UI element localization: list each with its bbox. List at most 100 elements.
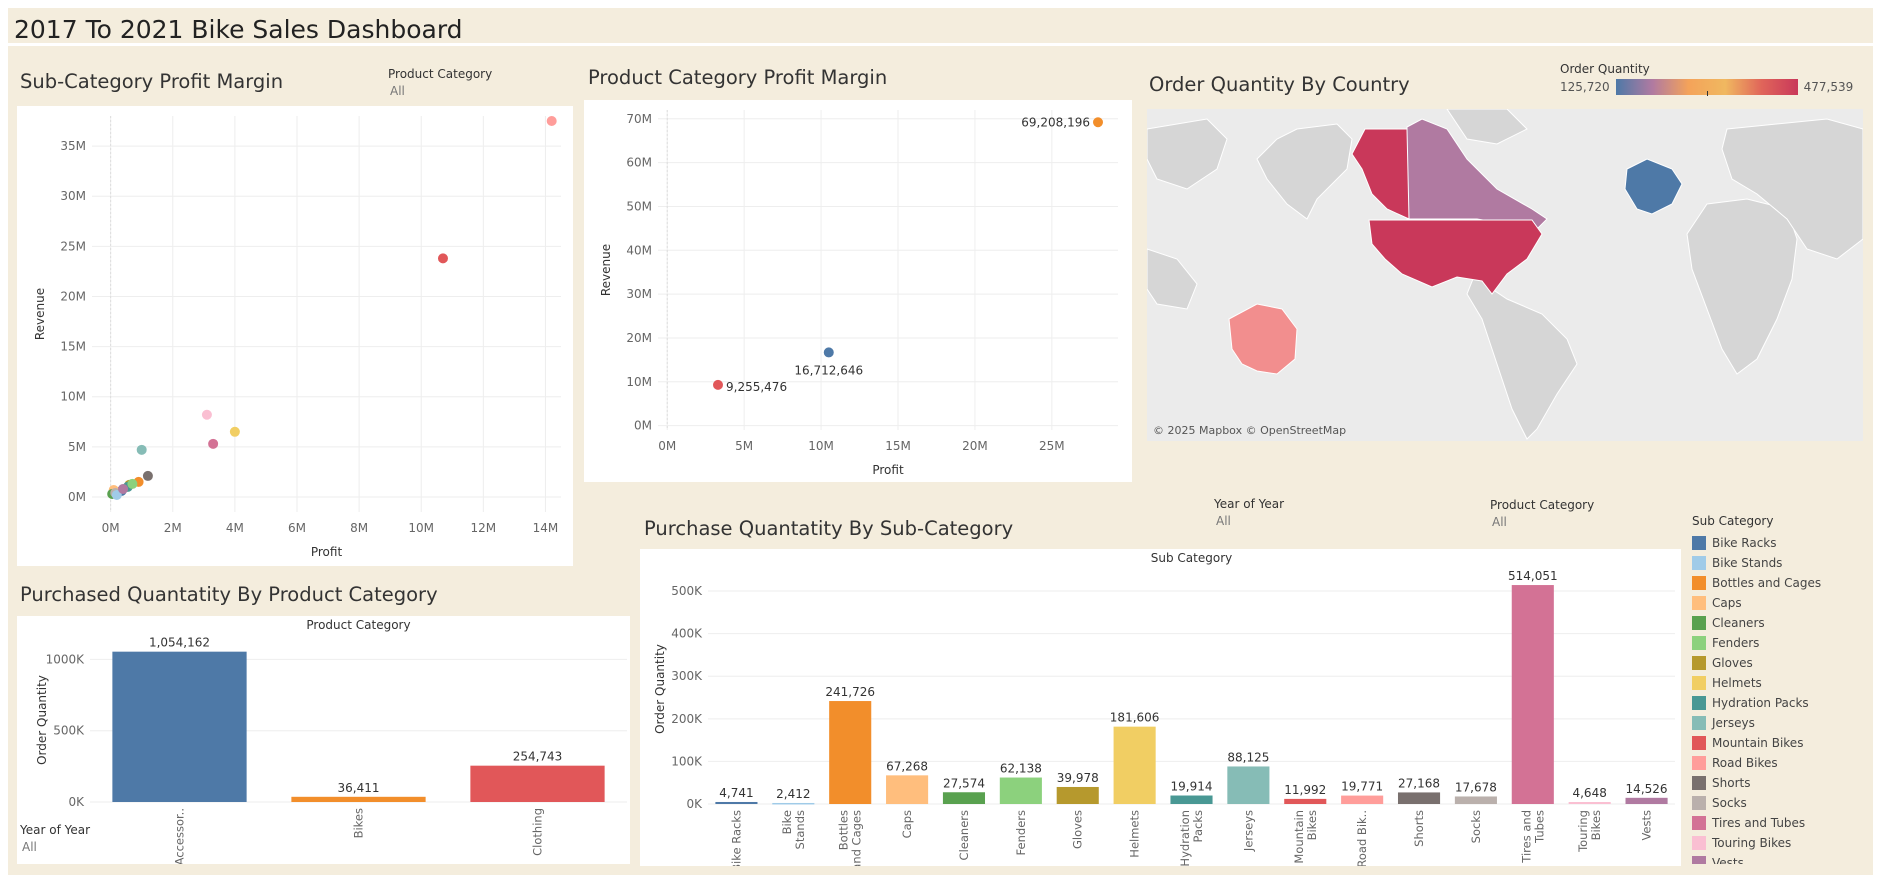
legend-item[interactable]: Bottles and Cages — [1692, 573, 1872, 593]
bar-value-label: 1,054,162 — [149, 636, 210, 650]
legend-swatch — [1692, 856, 1706, 864]
product-category-filter-2[interactable]: Product Category All — [1490, 498, 1594, 529]
filter-value[interactable]: All — [1214, 514, 1284, 528]
legend-item[interactable]: Tires and Tubes — [1692, 813, 1872, 833]
country-australia[interactable] — [1228, 303, 1298, 375]
y-axis-label: Revenue — [599, 244, 613, 296]
bar — [1625, 797, 1668, 804]
legend-label: Jerseys — [1712, 716, 1755, 730]
legend-swatch — [1692, 796, 1706, 810]
product-category-filter[interactable]: Product Category All — [388, 67, 492, 98]
map-scale-marker — [1706, 91, 1708, 96]
x-tick-label: 10M — [408, 521, 434, 535]
filter-value[interactable]: All — [1490, 515, 1594, 529]
bar-value-label: 241,726 — [825, 685, 875, 699]
y-tick-label: 40M — [626, 243, 652, 257]
legend-item[interactable]: Vests — [1692, 853, 1872, 864]
y-tick-label: 60M — [626, 156, 652, 170]
land-greenland — [1446, 108, 1528, 145]
purch-prodcat-title: Purchased Quantatity By Product Category — [20, 583, 438, 606]
bar-value-label: 67,268 — [886, 759, 928, 773]
x-tick-label: 0M — [102, 521, 120, 535]
legend-item[interactable]: Helmets — [1692, 673, 1872, 693]
y-tick-label: 25M — [60, 239, 86, 253]
category-label: Touring — [1576, 810, 1590, 853]
y-tick-label: 70M — [626, 112, 652, 126]
point-label: 9,255,476 — [726, 380, 787, 394]
filter-value[interactable]: All — [388, 84, 492, 98]
legend-item[interactable]: Caps — [1692, 593, 1872, 613]
legend-swatch — [1692, 596, 1706, 610]
year-filter-2[interactable]: Year of Year All — [1214, 497, 1284, 528]
bar-value-label: 88,125 — [1227, 750, 1269, 764]
category-label: Vests — [1640, 810, 1654, 841]
prodcat-scatter-chart: 0M 5M 10M 15M 20M 25M 0M 10M 20M 30M 40M 50M 60M 70M P… — [599, 110, 1118, 477]
legend-item[interactable]: Fenders — [1692, 633, 1872, 653]
prodcat-scatter-panel: 0M 5M 10M 15M 20M 25M 0M 10M 20M 30M 40M 50M 60M 70M P… — [584, 100, 1132, 482]
legend-item[interactable]: Road Bikes — [1692, 753, 1872, 773]
scatter-point — [118, 483, 129, 494]
category-label: Caps — [900, 810, 914, 838]
legend-item[interactable]: Socks — [1692, 793, 1872, 813]
y-tick-label: 20M — [60, 289, 86, 303]
legend-title: Sub Category — [1692, 514, 1774, 528]
chart-header: Product Category — [306, 618, 410, 632]
legend-label: Road Bikes — [1712, 756, 1778, 770]
y-tick-label: 10M — [626, 375, 652, 389]
x-tick-label: 4M — [226, 521, 244, 535]
map-legend-max: 477,539 — [1803, 80, 1854, 94]
bar-value-label: 514,051 — [1508, 569, 1558, 583]
category-label: Hydration — [1178, 810, 1192, 866]
dashboard-header: 2017 To 2021 Bike Sales Dashboard — [8, 10, 1873, 46]
legend-item[interactable]: Bike Racks — [1692, 533, 1872, 553]
category-label: Mountain — [1292, 810, 1306, 864]
y-tick-label: 0K — [68, 795, 85, 809]
filter-label: Year of Year — [20, 823, 91, 837]
legend-item[interactable]: Gloves — [1692, 653, 1872, 673]
legend-swatch — [1692, 756, 1706, 770]
land-indonesia — [1146, 248, 1198, 310]
legend-label: Bike Stands — [1712, 556, 1783, 570]
y-tick-label: 400K — [671, 627, 703, 641]
y-tick-label: 15M — [60, 340, 86, 354]
legend-item[interactable]: Shorts — [1692, 773, 1872, 793]
scatter-point — [1093, 117, 1103, 128]
y-axis-label: Order Quantity — [35, 675, 49, 765]
legend-swatch — [1692, 616, 1706, 630]
scatter-point — [142, 470, 153, 481]
category-label: Bikes — [1589, 810, 1603, 840]
bar — [1170, 795, 1213, 804]
legend-item[interactable]: Jerseys — [1692, 713, 1872, 733]
legend-item[interactable]: Bike Stands — [1692, 553, 1872, 573]
point-label: 69,208,196 — [1021, 115, 1090, 129]
legend-label: Fenders — [1712, 636, 1760, 650]
country-europe[interactable] — [1624, 158, 1683, 215]
y-tick-label: 0M — [68, 490, 86, 504]
bar — [291, 796, 426, 802]
filter-value[interactable]: All — [20, 840, 90, 854]
legend-item[interactable]: Touring Bikes — [1692, 833, 1872, 853]
bar-value-label: 27,168 — [1398, 776, 1440, 790]
legend-item[interactable]: Cleaners — [1692, 613, 1872, 633]
category-label: Clothing — [531, 808, 545, 856]
country-alaska[interactable] — [1351, 128, 1410, 220]
bar — [772, 802, 815, 805]
bar — [1511, 585, 1554, 804]
legend-swatch — [1692, 536, 1706, 550]
land-south-america — [1466, 267, 1578, 440]
country-united-states[interactable] — [1368, 219, 1543, 295]
bar — [1227, 766, 1270, 804]
year-filter[interactable]: Year of Year All — [20, 823, 90, 854]
y-tick-label: 10M — [60, 390, 86, 404]
category-label: Cleaners — [957, 810, 971, 860]
legend-item[interactable]: Mountain Bikes — [1692, 733, 1872, 753]
legend-item[interactable]: Hydration Packs — [1692, 693, 1872, 713]
category-label: Accessor.. — [173, 808, 187, 864]
legend-swatch — [1692, 736, 1706, 750]
order-country-map[interactable]: © 2025 Mapbox © OpenStreetMap — [1146, 108, 1864, 441]
y-tick-label: 30M — [60, 189, 86, 203]
bar-value-label: 4,648 — [1572, 786, 1606, 800]
bar-value-label: 19,771 — [1341, 780, 1383, 794]
category-label: Helmets — [1128, 810, 1142, 858]
scatter-point — [201, 409, 212, 420]
